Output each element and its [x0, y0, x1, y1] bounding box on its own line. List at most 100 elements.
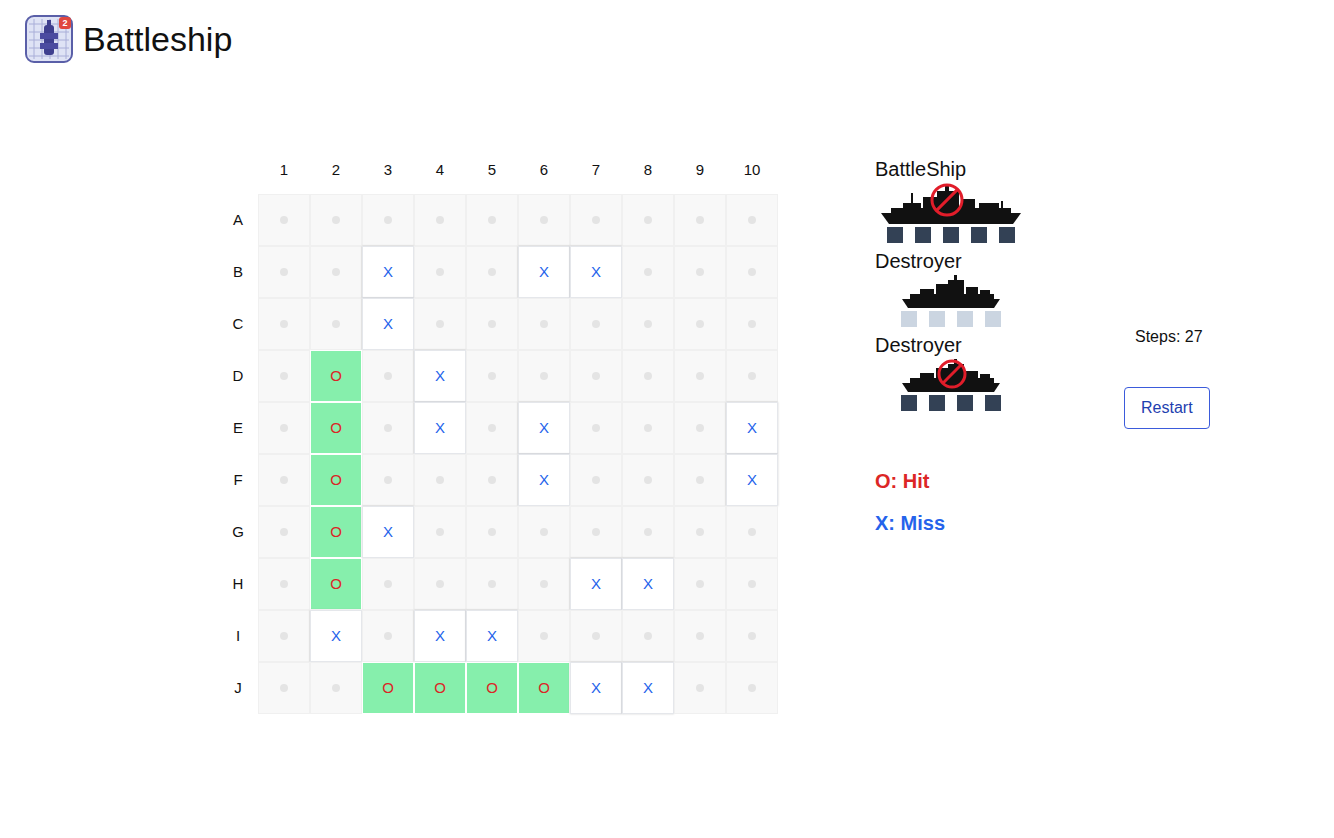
- board-cell[interactable]: O: [518, 662, 570, 714]
- board-cell[interactable]: [518, 350, 570, 402]
- restart-button[interactable]: Restart: [1124, 387, 1210, 429]
- board-cell[interactable]: [518, 194, 570, 246]
- board-cell[interactable]: [622, 506, 674, 558]
- board-cell[interactable]: O: [466, 662, 518, 714]
- board-cell[interactable]: [674, 454, 726, 506]
- board-cell[interactable]: X: [466, 610, 518, 662]
- board-cell[interactable]: [726, 350, 778, 402]
- board-cell[interactable]: O: [310, 558, 362, 610]
- board-cell[interactable]: [362, 350, 414, 402]
- board-cell[interactable]: [622, 298, 674, 350]
- board-cell[interactable]: [518, 558, 570, 610]
- board-cell[interactable]: O: [362, 662, 414, 714]
- board-cell[interactable]: [310, 246, 362, 298]
- board-cell[interactable]: X: [570, 246, 622, 298]
- board-cell[interactable]: [622, 194, 674, 246]
- board-cell[interactable]: [674, 298, 726, 350]
- board-cell[interactable]: X: [310, 610, 362, 662]
- board-cell[interactable]: [466, 558, 518, 610]
- board-cell[interactable]: O: [310, 402, 362, 454]
- board-cell[interactable]: X: [518, 454, 570, 506]
- board-cell[interactable]: [570, 298, 622, 350]
- board-cell[interactable]: [622, 350, 674, 402]
- board-cell[interactable]: O: [414, 662, 466, 714]
- board-cell[interactable]: X: [414, 402, 466, 454]
- board-cell[interactable]: [466, 246, 518, 298]
- board-cell[interactable]: [414, 298, 466, 350]
- board-cell[interactable]: [674, 558, 726, 610]
- board-cell[interactable]: X: [362, 506, 414, 558]
- board-cell[interactable]: [414, 194, 466, 246]
- board-cell[interactable]: X: [518, 246, 570, 298]
- board-cell[interactable]: X: [726, 454, 778, 506]
- board-cell[interactable]: X: [362, 246, 414, 298]
- board-cell[interactable]: [726, 194, 778, 246]
- board-cell[interactable]: [258, 610, 310, 662]
- board-cell[interactable]: [258, 246, 310, 298]
- board-cell[interactable]: [570, 350, 622, 402]
- board-cell[interactable]: [674, 662, 726, 714]
- board-cell[interactable]: [258, 506, 310, 558]
- board-cell[interactable]: X: [414, 350, 466, 402]
- board-cell[interactable]: [570, 506, 622, 558]
- board-cell[interactable]: [674, 506, 726, 558]
- board-cell[interactable]: [362, 454, 414, 506]
- board-cell[interactable]: [258, 662, 310, 714]
- board-cell[interactable]: [258, 558, 310, 610]
- board-cell[interactable]: [622, 610, 674, 662]
- board-cell[interactable]: [570, 610, 622, 662]
- board-cell[interactable]: [518, 506, 570, 558]
- board-cell[interactable]: [258, 298, 310, 350]
- board-cell[interactable]: [726, 246, 778, 298]
- board-cell[interactable]: [726, 298, 778, 350]
- board-cell[interactable]: [518, 298, 570, 350]
- board-cell[interactable]: [414, 246, 466, 298]
- board-cell[interactable]: [258, 350, 310, 402]
- board-cell[interactable]: [570, 402, 622, 454]
- board-cell[interactable]: [362, 402, 414, 454]
- board-cell[interactable]: [622, 402, 674, 454]
- board-cell[interactable]: [570, 194, 622, 246]
- board-cell[interactable]: X: [518, 402, 570, 454]
- board-cell[interactable]: X: [726, 402, 778, 454]
- board-cell[interactable]: [466, 194, 518, 246]
- board-cell[interactable]: X: [570, 558, 622, 610]
- board-cell[interactable]: [466, 506, 518, 558]
- board-cell[interactable]: [726, 610, 778, 662]
- board-cell[interactable]: [310, 194, 362, 246]
- board-cell[interactable]: X: [622, 558, 674, 610]
- board-cell[interactable]: X: [414, 610, 466, 662]
- board-cell[interactable]: O: [310, 350, 362, 402]
- board-cell[interactable]: [622, 246, 674, 298]
- board-cell[interactable]: [414, 506, 466, 558]
- board-cell[interactable]: [466, 454, 518, 506]
- board-cell[interactable]: [518, 610, 570, 662]
- board-cell[interactable]: [466, 350, 518, 402]
- board-cell[interactable]: [414, 558, 466, 610]
- board-cell[interactable]: [466, 298, 518, 350]
- board-cell[interactable]: [362, 194, 414, 246]
- board-cell[interactable]: [570, 454, 622, 506]
- board-cell[interactable]: X: [570, 662, 622, 714]
- board-cell[interactable]: [674, 402, 726, 454]
- board-cell[interactable]: [310, 662, 362, 714]
- board-cell[interactable]: [622, 454, 674, 506]
- board-cell[interactable]: X: [622, 662, 674, 714]
- board-cell[interactable]: [726, 558, 778, 610]
- board-cell[interactable]: O: [310, 506, 362, 558]
- board-cell[interactable]: [674, 194, 726, 246]
- board-cell[interactable]: [362, 558, 414, 610]
- board-cell[interactable]: [674, 246, 726, 298]
- board-cell[interactable]: [362, 610, 414, 662]
- board-cell[interactable]: [726, 662, 778, 714]
- board-cell[interactable]: [674, 350, 726, 402]
- board-cell[interactable]: [310, 298, 362, 350]
- board-cell[interactable]: [258, 402, 310, 454]
- board-cell[interactable]: O: [310, 454, 362, 506]
- board-cell[interactable]: [258, 454, 310, 506]
- board-cell[interactable]: X: [362, 298, 414, 350]
- board-cell[interactable]: [414, 454, 466, 506]
- board-cell[interactable]: [674, 610, 726, 662]
- board-cell[interactable]: [726, 506, 778, 558]
- board-cell[interactable]: [258, 194, 310, 246]
